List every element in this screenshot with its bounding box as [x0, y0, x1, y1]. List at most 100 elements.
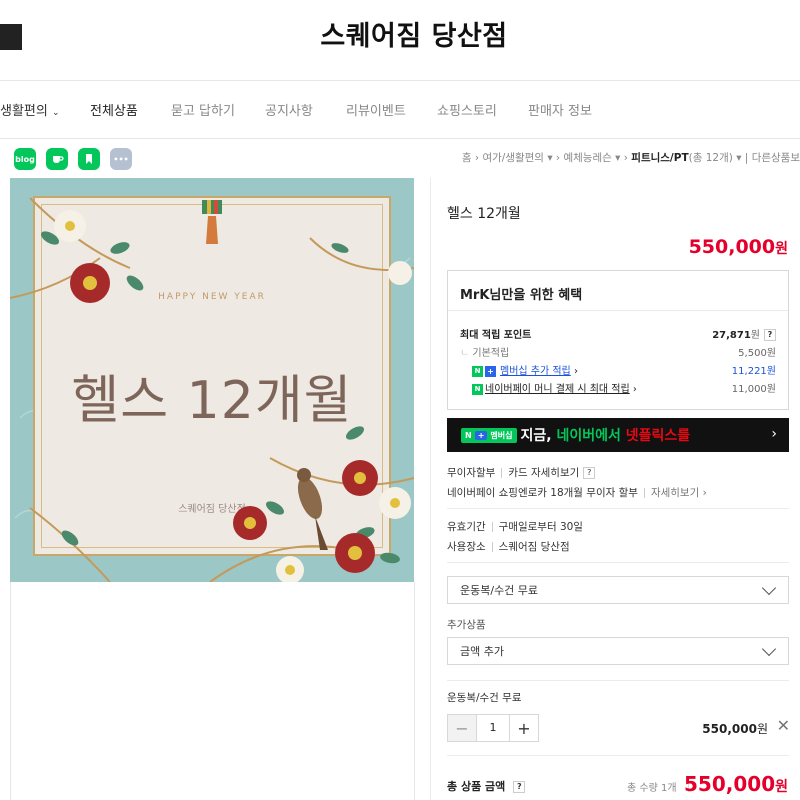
breadcrumb-count: (총 12개) [688, 152, 733, 164]
help-icon[interactable]: ? [583, 467, 596, 479]
section-divider [447, 562, 789, 563]
place-row: 사용장소 스퀘어짐 당산점 [447, 539, 570, 554]
kakaotalk-icon[interactable] [46, 148, 68, 170]
option-select-main[interactable]: 운동복/수건 무료 [447, 576, 789, 604]
option-select-extra-value: 금액 추가 [460, 645, 504, 658]
image-area-border [10, 582, 415, 800]
caret-down-icon: ▾ | [736, 152, 749, 164]
benefit-divider [448, 310, 788, 311]
nav-item-qna[interactable]: 묻고 답하기 [171, 100, 235, 119]
product-name: 헬스 12개월 [447, 206, 521, 222]
netflix-promo-banner[interactable]: N + 멤버십 지금, 네이버에서 넷플릭스를 › [447, 418, 789, 452]
divider [491, 522, 493, 532]
bookmark-icon[interactable] [78, 148, 100, 170]
naverpay-points-label[interactable]: N 네이버페이 머니 결제 시 최대 적립 › [460, 380, 637, 395]
total-label: 총 상품 금액? [447, 778, 526, 794]
product-price-value: 550,000 [688, 236, 776, 258]
naverpay-details-link[interactable]: 자세히보기 [651, 487, 699, 499]
membership-link[interactable]: 멤버십 추가 적립 [500, 366, 571, 377]
breadcrumb: 홈 › 여가/생활편의 ▾ › 예체능레슨 ▾ › 피트니스/PT(총 12개)… [462, 150, 800, 165]
divider [501, 468, 503, 478]
max-points-amount: 27,871원? [712, 326, 776, 341]
basic-points-row: ㄴ 기본적립 5,500원 [460, 344, 776, 359]
naverpay-installment-text: 네이버페이 쇼핑엔로카 18개월 무이자 할부 [447, 487, 638, 499]
membership-points-label[interactable]: N + 멤버십 추가 적립 › [460, 362, 578, 377]
decrease-quantity-button[interactable]: − [448, 715, 476, 741]
breadcrumb-home[interactable]: 홈 [462, 152, 472, 164]
quantity-stepper: − 1 + [447, 714, 539, 742]
breadcrumb-category-2[interactable]: 예체능레슨 [563, 152, 611, 164]
banner-text-naver: 네이버에서 [556, 428, 626, 444]
increase-quantity-button[interactable]: + [510, 715, 538, 741]
banner-text: 지금, 네이버에서 넷플릭스를 [521, 425, 691, 445]
benefit-title: MrK님만을 위한 혜택 [460, 288, 583, 303]
membership-badge-label: 멤버십 [490, 430, 513, 440]
validity-row: 유효기간 구매일로부터 30일 [447, 519, 583, 534]
nav-item-living[interactable]: 생활편의 ⌄ [0, 100, 60, 119]
option-select-main-value: 운동복/수건 무료 [460, 584, 539, 597]
section-divider [447, 508, 789, 509]
plus-icon: + [485, 365, 496, 377]
product-image[interactable]: HAPPY NEW YEAR 헬스 12개월 스퀘어짐 당산점 [10, 178, 414, 582]
nav-item-notice[interactable]: 공지사항 [265, 100, 313, 119]
close-icon[interactable]: ✕ [777, 716, 790, 735]
breadcrumb-other-products[interactable]: 다른상품보 [752, 152, 800, 164]
header-divider [0, 80, 800, 81]
blog-icon[interactable]: blog [14, 148, 36, 170]
naverpay-points-value: 11,000원 [731, 384, 776, 395]
caret-down-icon: ▾ › [615, 152, 632, 164]
plus-icon: + [474, 430, 488, 440]
nav-item-label: 생활편의 [0, 104, 48, 119]
category-nav: 생활편의 ⌄ 전체상품 묻고 답하기 공지사항 리뷰이벤트 쇼핑스토리 판매자 … [0, 86, 800, 132]
naverpay-installment-row: 네이버페이 쇼핑엔로카 18개월 무이자 할부 자세히보기 › [447, 487, 707, 499]
banner-text-netflix: 넷플릭스를 [625, 428, 691, 444]
validity-value: 구매일로부터 30일 [498, 521, 583, 533]
selected-option-price-value: 550,000 [702, 722, 757, 736]
chevron-down-icon [761, 580, 777, 596]
max-points-row: 최대 적립 포인트 27,871원? [460, 326, 776, 341]
help-icon[interactable]: ? [764, 329, 776, 341]
membership-points-row: N + 멤버십 추가 적립 › 11,221원 [460, 362, 776, 377]
basic-points-value: 5,500원 [738, 348, 776, 359]
selected-option-price-unit: 원 [756, 722, 768, 736]
nav-item-shopping-story[interactable]: 쇼핑스토리 [437, 100, 497, 119]
nav-item-seller-info[interactable]: 판매자 정보 [528, 100, 592, 119]
naver-n-icon: N [465, 430, 472, 440]
total-price: 550,000원 [684, 772, 788, 796]
chevron-down-icon [761, 641, 777, 657]
option-select-extra[interactable]: 금액 추가 [447, 637, 789, 665]
help-icon[interactable]: ? [513, 781, 526, 793]
product-price-unit: 원 [775, 241, 788, 257]
chevron-down-icon: ⌄ [51, 108, 60, 118]
max-points-label: 최대 적립 포인트 [460, 330, 532, 341]
card-details-link[interactable]: 카드 자세히보기 [508, 467, 579, 479]
naverpay-link[interactable]: 네이버페이 머니 결제 시 최대 적립 [485, 384, 630, 395]
max-points-unit: 원 [750, 330, 760, 341]
divider [643, 488, 645, 498]
selected-option-price: 550,000원 [702, 720, 768, 737]
nav-divider [0, 138, 800, 139]
total-label-text: 총 상품 금액 [447, 780, 506, 793]
column-divider [430, 178, 431, 800]
breadcrumb-category-1[interactable]: 여가/생활편의 [482, 152, 544, 164]
banner-text-prefix: 지금, [520, 428, 557, 444]
extra-products-label: 추가상품 [447, 619, 486, 631]
breadcrumb-category-3[interactable]: 피트니스/PT [631, 152, 688, 164]
installment-label: 무이자할부 [447, 467, 496, 479]
chevron-right-icon: › [771, 426, 777, 442]
quantity-value[interactable]: 1 [476, 715, 510, 741]
nav-item-review-event[interactable]: 리뷰이벤트 [346, 100, 406, 119]
store-title[interactable]: 스퀘어짐 당산점 [0, 14, 800, 53]
flower-decoration [10, 197, 414, 582]
basic-points-label-text: 기본적립 [472, 348, 510, 359]
place-value: 스퀘어짐 당산점 [498, 541, 570, 553]
total-quantity: 총 수량 1개 [627, 783, 677, 794]
more-icon[interactable]: ••• [110, 148, 132, 170]
caret-down-icon: ▾ › [547, 152, 564, 164]
nav-item-all-products[interactable]: 전체상품 [90, 100, 138, 119]
max-points-value: 27,871 [712, 330, 751, 341]
basic-points-label: ㄴ 기본적립 [460, 348, 510, 359]
total-price-unit: 원 [775, 779, 788, 795]
naverpay-icon: N [472, 383, 483, 395]
membership-badge: N + 멤버십 [461, 427, 517, 443]
